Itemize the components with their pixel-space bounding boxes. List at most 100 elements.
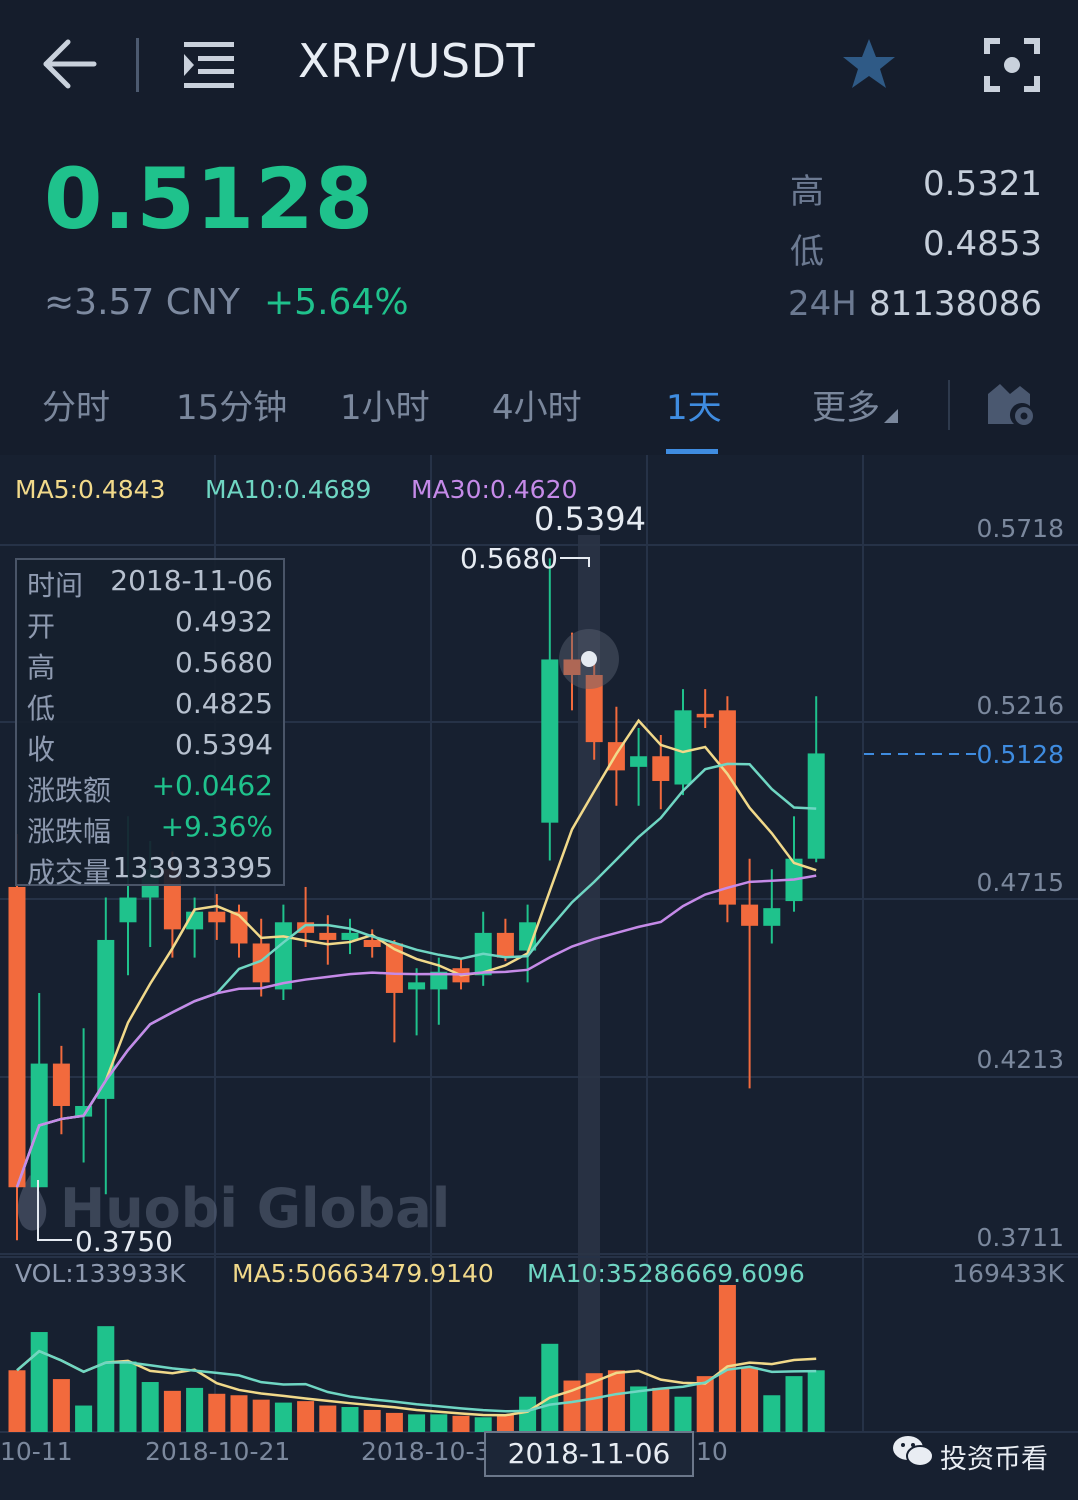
candle-body [97,939,115,1099]
tab-1hour[interactable]: 1小时 [340,380,430,429]
selected-high-label: 0.5680 [460,542,558,575]
volume-legend: VOL:133933K [15,1259,186,1288]
candle-body [741,904,759,926]
page-title: XRP/USDT [298,34,536,88]
high-value: 0.5321 [923,164,1042,204]
volume-bar [385,1412,403,1432]
info-row-change-percent: 涨跌幅 +9.36% [27,810,273,848]
low-value: 0.4853 [923,224,1042,264]
volume-bar [319,1405,337,1432]
volume-bar [430,1414,448,1432]
info-row-change: 涨跌额 +0.0462 [27,769,273,807]
fullscreen-icon[interactable] [984,38,1040,92]
volume-bar [75,1405,93,1432]
dropdown-caret-icon [884,408,898,427]
volume-bar [741,1367,759,1432]
candle-body [630,756,648,767]
volume-bar [163,1390,181,1432]
tab-divider [948,380,950,430]
tab-1day[interactable]: 1天 [666,380,722,429]
candle-body [208,911,226,923]
info-row-time: 时间 2018-11-06 [27,564,273,602]
candle-body [408,982,426,990]
volume-bar [8,1370,26,1432]
tab-15min[interactable]: 15分钟 [176,380,287,429]
candle-body [119,897,137,923]
volume-bar [718,1285,736,1432]
last-price: 0.5128 [44,150,375,248]
info-row-low: 低 0.4825 [27,687,273,725]
volume-bar [186,1387,204,1432]
volume-bar [274,1402,292,1432]
date-axis-label: 2018-10-3 [361,1437,491,1466]
volume-bar [297,1401,315,1432]
volume-bar [252,1399,270,1432]
chart-settings-icon[interactable] [984,380,1038,428]
current-price-axis-label: 0.5128 [976,740,1064,769]
cny-price: ≈3.57 CNY [44,282,240,323]
price-axis-label: 0.5216 [976,691,1064,720]
volume-bar [363,1409,381,1432]
selected-point [581,651,597,667]
menu-list-icon[interactable] [182,40,236,90]
volume-bar [119,1361,137,1432]
date-axis-label: 10 [696,1437,728,1466]
star-icon[interactable] [840,36,898,92]
volume-bar [785,1376,803,1432]
tab-4hour[interactable]: 4小时 [492,380,582,429]
ma5-legend: MA5:0.4843 [15,475,166,504]
candle-body [674,710,692,785]
tab-timeshare[interactable]: 分时 [42,380,110,429]
price-axis-label: 0.5718 [976,514,1064,543]
volume-bar [408,1414,426,1432]
tab-more[interactable]: 更多 [812,380,880,429]
info-row-open: 开 0.4932 [27,605,273,643]
volume-bar [674,1396,692,1432]
volume-axis-max: 169433K [952,1259,1064,1288]
volume-bar [519,1396,537,1432]
source-badge: 投资币看 [940,1444,1048,1475]
divider [136,38,139,92]
volume-bar [652,1387,670,1432]
high-label: 高 [790,172,824,212]
price-change-percent: +5.64% [264,282,409,323]
candle-body [652,756,670,781]
candle-body [763,908,781,926]
date-axis-label: 10-11 [0,1437,73,1466]
volume-ma10-line [16,1349,817,1413]
volume-bar [97,1326,115,1432]
candle-body [52,1063,70,1106]
selected-close-label: 0.5394 [534,500,646,538]
volume-bar [452,1415,470,1432]
arrow-left-icon[interactable] [40,36,100,92]
price-axis-label: 0.4715 [976,868,1064,897]
candle-body [496,932,514,958]
volume-24h-value: 81138086 [868,284,1042,324]
volume-bar [541,1343,559,1432]
volume-bar [52,1379,70,1432]
date-axis-label: 2018-10-21 [145,1437,291,1466]
candle-body [363,939,381,948]
candle-info-box: 时间 2018-11-06 开 0.4932 高 0.5680 低 0.4825 收 0.… [15,558,285,889]
volume-bar [607,1370,625,1432]
volume-bar [208,1393,226,1432]
volume-bar [341,1407,359,1432]
candle-body [696,713,714,718]
volume-bar [474,1417,492,1432]
candle-body [807,753,825,859]
volume-bar [141,1382,159,1432]
active-tab-indicator [666,449,718,454]
info-row-volume: 成交量 133933395 [27,851,273,889]
volume-ma10-legend: MA10:35286669.6096 [527,1259,805,1288]
ma10-legend: MA10:0.4689 [205,475,372,504]
low-label: 低 [790,232,824,272]
volume-bar [763,1395,781,1432]
price-axis-label: 0.4213 [976,1045,1064,1074]
candle-body [319,932,337,940]
volume-bar [30,1332,48,1432]
selected-date-label: 2018-11-06 [484,1431,694,1477]
wechat-icon [892,1434,934,1470]
candle-body [8,886,26,1188]
candle-body [274,922,292,990]
candle-body [718,710,736,905]
